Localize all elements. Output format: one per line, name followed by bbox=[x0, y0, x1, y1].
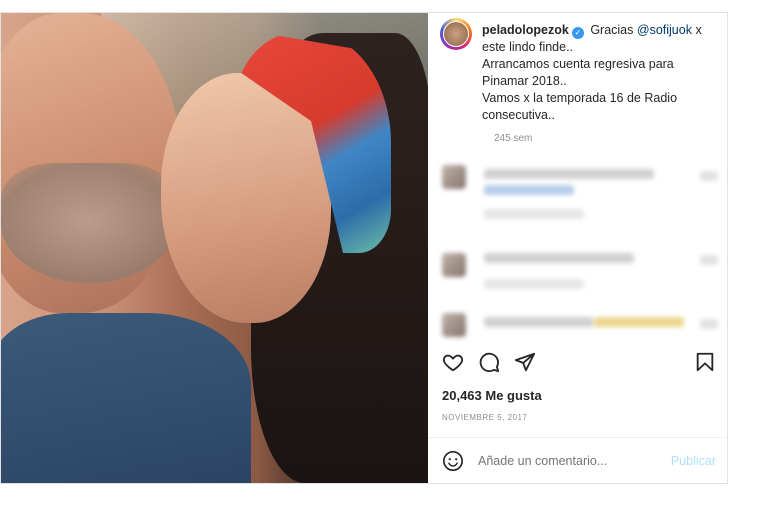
caption-line: Vamos x la temporada 16 de Radio bbox=[482, 91, 678, 105]
comment-icon[interactable] bbox=[478, 351, 500, 373]
heart-icon[interactable] bbox=[442, 351, 464, 373]
bookmark-icon[interactable] bbox=[694, 351, 716, 373]
post-photo[interactable] bbox=[1, 13, 428, 483]
mention-link[interactable]: @sofijuok bbox=[637, 23, 692, 37]
blurred-text bbox=[594, 317, 684, 327]
blurred-text bbox=[484, 279, 584, 289]
blurred-text bbox=[484, 209, 584, 219]
blurred-text bbox=[484, 169, 654, 179]
username-link[interactable]: peladolopezok bbox=[482, 23, 569, 37]
share-icon[interactable] bbox=[514, 351, 536, 373]
blurred-text bbox=[700, 171, 718, 181]
caption: peladolopezok ✓ Gracias @sofijuok x este … bbox=[482, 22, 722, 124]
divider bbox=[428, 437, 728, 438]
blurred-avatar bbox=[442, 253, 466, 277]
avatar[interactable] bbox=[440, 18, 472, 50]
comment-input[interactable] bbox=[478, 454, 628, 468]
photo-shirt bbox=[1, 313, 251, 483]
likes-count[interactable]: 20,463 Me gusta bbox=[442, 388, 542, 403]
blurred-avatar bbox=[442, 165, 466, 189]
comment-form: Publicar bbox=[442, 448, 716, 474]
blurred-text bbox=[484, 317, 594, 327]
caption-line: Pinamar 2018.. bbox=[482, 74, 567, 88]
blurred-text bbox=[484, 253, 634, 263]
caption-prefix: Gracias bbox=[590, 23, 634, 37]
caption-line: este lindo finde.. bbox=[482, 40, 574, 54]
verified-badge-icon: ✓ bbox=[571, 27, 584, 39]
emoji-icon[interactable] bbox=[442, 450, 464, 472]
publish-button[interactable]: Publicar bbox=[671, 454, 716, 468]
blurred-text bbox=[484, 185, 574, 195]
action-bar bbox=[442, 351, 714, 375]
caption-line: Arrancamos cuenta regresiva para bbox=[482, 57, 674, 71]
photo-man-beard bbox=[1, 163, 176, 283]
caption-line: x bbox=[695, 23, 702, 37]
blurred-text bbox=[700, 255, 718, 265]
blurred-text bbox=[700, 319, 718, 329]
post-date[interactable]: NOVIEMBRE 5, 2017 bbox=[442, 413, 527, 422]
blurred-avatar bbox=[442, 313, 466, 337]
post-sidebar: peladolopezok ✓ Gracias @sofijuok x este … bbox=[428, 13, 728, 483]
time-ago: 245 sem bbox=[494, 133, 533, 144]
instagram-post: peladolopezok ✓ Gracias @sofijuok x este … bbox=[0, 12, 728, 484]
caption-line: consecutiva.. bbox=[482, 108, 555, 122]
